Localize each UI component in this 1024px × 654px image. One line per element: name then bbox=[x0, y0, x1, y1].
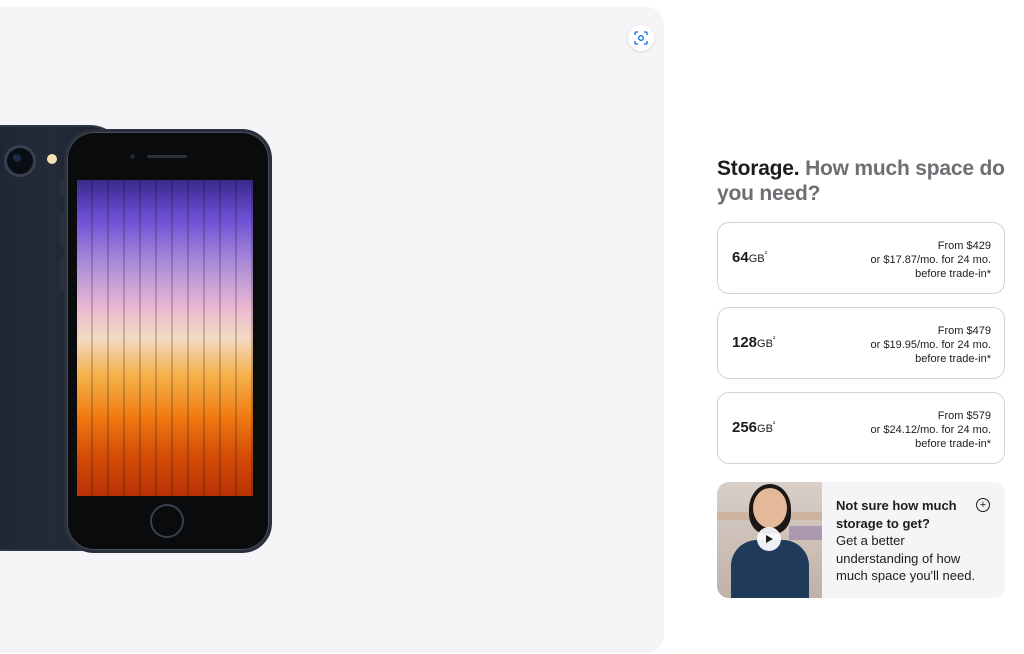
price-monthly: or $19.95/mo. for 24 mo. bbox=[870, 339, 991, 351]
product-gallery bbox=[0, 7, 664, 653]
size-value: 128 bbox=[732, 334, 758, 351]
price-from: From $579 bbox=[937, 410, 991, 422]
plus-circle-icon[interactable]: + bbox=[976, 498, 990, 512]
heading-strong: Storage. bbox=[717, 157, 800, 180]
footnote-mark: ² bbox=[764, 251, 767, 258]
price-note: before trade‑in* bbox=[915, 353, 991, 365]
help-video-thumbnail[interactable] bbox=[717, 482, 822, 598]
price-note: before trade‑in* bbox=[915, 438, 991, 450]
earpiece-speaker bbox=[147, 155, 187, 158]
play-button[interactable] bbox=[757, 527, 781, 551]
size-unit: GB bbox=[757, 423, 773, 435]
footnote-mark: ² bbox=[772, 421, 776, 428]
play-icon bbox=[766, 535, 773, 543]
price-note: before trade‑in* bbox=[915, 268, 991, 280]
size-unit: GB bbox=[757, 338, 773, 350]
option-price: From $579 or $24.12/mo. for 24 mo. befor… bbox=[871, 409, 991, 451]
option-size: 64GB² bbox=[732, 249, 767, 266]
front-camera-icon bbox=[130, 154, 135, 159]
price-from: From $429 bbox=[937, 240, 991, 252]
storage-help-card: Not sure how much storage to get? Get a … bbox=[717, 482, 1005, 598]
storage-heading: Storage. How much space do you need? bbox=[717, 156, 1005, 206]
storage-option-64[interactable]: 64GB² From $429 or $17.87/mo. for 24 mo.… bbox=[717, 222, 1005, 294]
size-unit: GB bbox=[748, 253, 765, 265]
home-button bbox=[150, 504, 184, 538]
price-monthly: or $17.87/mo. for 24 mo. bbox=[870, 254, 991, 266]
storage-option-128[interactable]: 128GB² From $479 or $19.95/mo. for 24 mo… bbox=[717, 307, 1005, 379]
price-monthly: or $24.12/mo. for 24 mo. bbox=[870, 424, 991, 436]
flash-icon bbox=[47, 154, 57, 164]
option-price: From $429 or $17.87/mo. for 24 mo. befor… bbox=[871, 239, 991, 281]
presenter-face bbox=[753, 488, 787, 528]
size-value: 64 bbox=[732, 249, 749, 266]
price-from: From $479 bbox=[937, 325, 991, 337]
option-price: From $479 or $19.95/mo. for 24 mo. befor… bbox=[871, 324, 991, 366]
help-question: Not sure how much storage to get? bbox=[836, 498, 957, 531]
zoom-button[interactable] bbox=[628, 25, 654, 51]
storage-option-256[interactable]: 256GB² From $579 or $24.12/mo. for 24 mo… bbox=[717, 392, 1005, 464]
rear-camera-icon bbox=[4, 145, 36, 177]
scan-zoom-icon bbox=[634, 31, 648, 45]
size-value: 256 bbox=[732, 419, 758, 436]
option-size: 128GB² bbox=[732, 334, 775, 351]
option-size: 256GB² bbox=[732, 419, 775, 436]
footnote-mark: ² bbox=[772, 336, 776, 343]
storage-panel: Storage. How much space do you need? 64G… bbox=[717, 156, 1005, 598]
video-backdrop-accent bbox=[789, 526, 822, 540]
phone-screen bbox=[77, 180, 253, 496]
phone-front-image bbox=[64, 129, 272, 553]
help-answer: Get a better understanding of how much s… bbox=[836, 533, 976, 583]
help-text: Not sure how much storage to get? Get a … bbox=[836, 497, 986, 585]
